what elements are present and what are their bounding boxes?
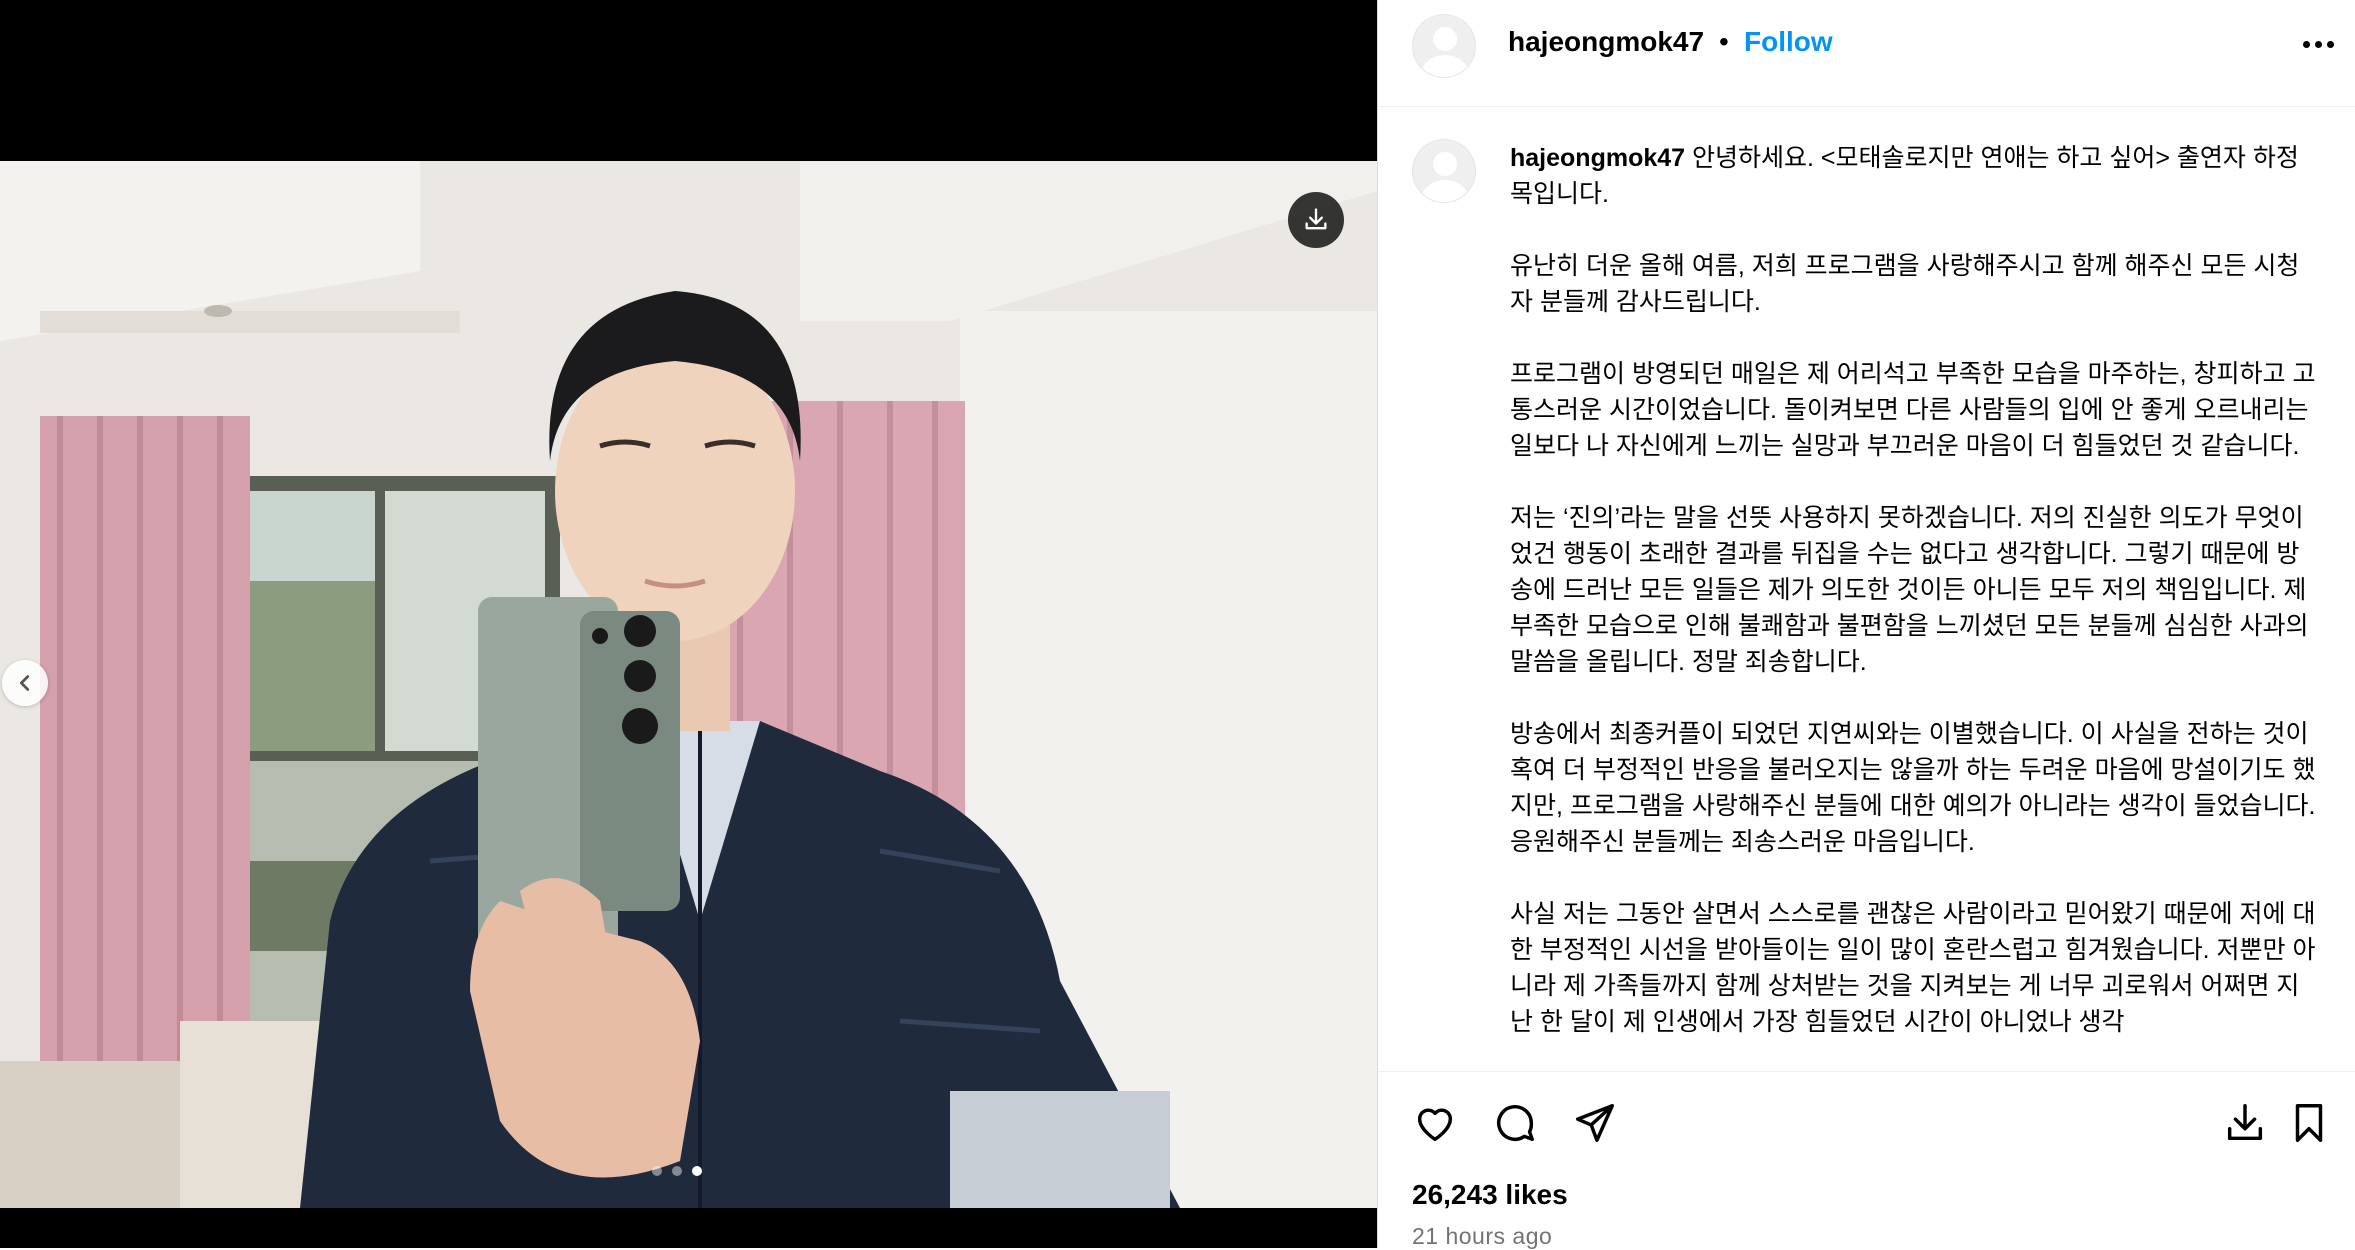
selfie-photo-illustration [0,161,1377,1208]
download-button[interactable] [1288,192,1344,248]
slide-dot-active [692,1166,702,1176]
header-separator: • [1719,26,1729,57]
avatar[interactable] [1412,14,1476,78]
save-to-collection-button[interactable] [2220,1098,2270,1148]
likes-count[interactable]: 26,243 likes [1412,1179,1568,1211]
chevron-left-icon [19,675,30,691]
download-icon [1305,208,1327,230]
slide-dot [672,1166,682,1176]
caption-paragraph: 방송에서 최종커플이 되었던 지연씨와는 이별했습니다. 이 사실을 전하는 것… [1510,720,2316,856]
caption-username[interactable]: hajeongmok47 [1510,144,1685,172]
caption-avatar[interactable] [1412,139,1476,203]
like-button[interactable] [1410,1098,1460,1148]
post-panel: hajeongmok47 • Follow hajeongmok47 안녕하세요… [1377,0,2355,1250]
comment-button[interactable] [1490,1098,1540,1148]
action-bar [1378,1090,2355,1160]
caption-paragraph: hajeongmok47 안녕하세요. <모태솔로지만 연애는 하고 싶어> 출… [1510,144,2299,208]
send-icon [1576,1104,1614,1142]
previous-slide-button[interactable] [2,660,48,706]
comment-icon [1497,1105,1534,1142]
post-timestamp[interactable]: 21 hours ago [1412,1223,1552,1250]
caption-area[interactable]: hajeongmok47 안녕하세요. <모태솔로지만 연애는 하고 싶어> 출… [1378,107,2355,1072]
bookmark-button[interactable] [2284,1098,2334,1148]
follow-button[interactable]: Follow [1744,26,1833,58]
caption-paragraph: 유난히 더운 올해 여름, 저희 프로그램을 사랑해주시고 함께 해주신 모든 … [1510,252,2300,316]
caption-paragraph: 저는 ‘진의’라는 말을 선뜻 사용하지 못하겠습니다. 저의 진실한 의도가 … [1510,504,2309,676]
slide-indicator [652,1166,702,1176]
share-button[interactable] [1570,1098,1620,1148]
more-horizontal-icon [2303,40,2310,48]
post-header: hajeongmok47 • Follow [1378,0,2355,107]
bookmark-icon [2295,1104,2323,1142]
heart-icon [1417,1108,1453,1142]
caption-paragraph: 사실 저는 그동안 살면서 스스로를 괜찮은 사람이라고 믿어왔기 때문에 저에… [1510,900,2316,1036]
caption-paragraph: 프로그램이 방영되던 매일은 제 어리석고 부족한 모습을 마주하는, 창피하고… [1510,360,2316,460]
post-caption: hajeongmok47 안녕하세요. <모태솔로지만 연애는 하고 싶어> 출… [1510,140,2320,1071]
more-options-button[interactable] [2303,36,2337,52]
header-username[interactable]: hajeongmok47 [1508,26,1704,58]
slide-dot [652,1166,662,1176]
media-viewer [0,0,1377,1248]
post-photo[interactable] [0,161,1377,1208]
download-icon [2227,1104,2263,1141]
